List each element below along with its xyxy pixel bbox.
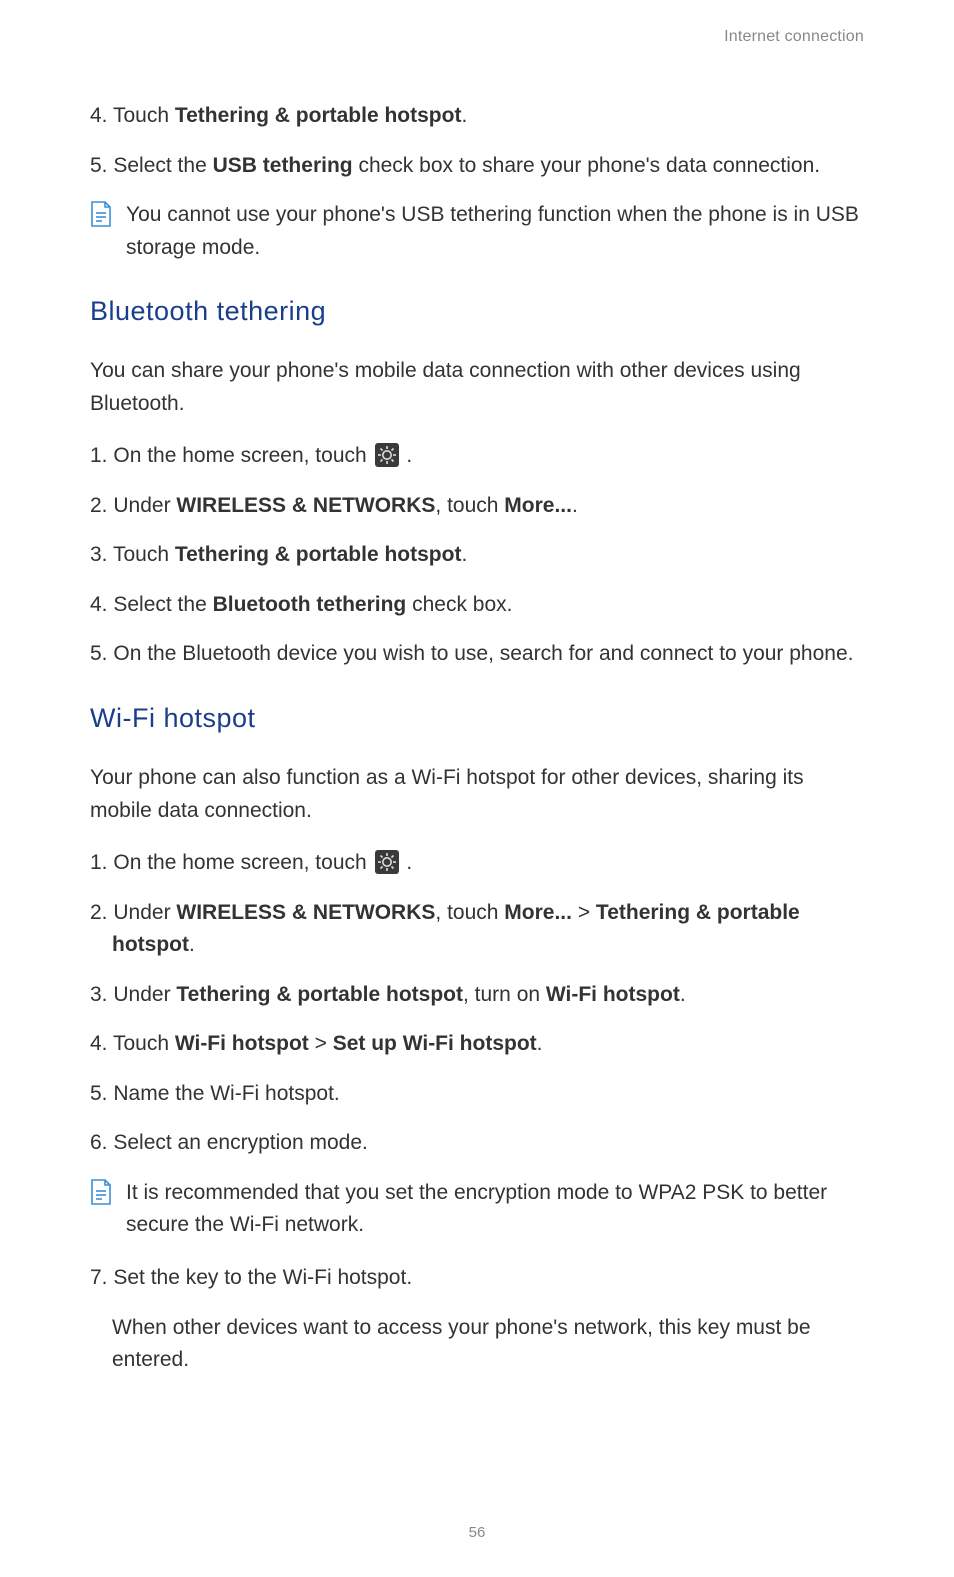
bt-step-3: 3. Touch Tethering & portable hotspot.: [90, 539, 864, 572]
step-text-pre: Touch: [113, 1032, 175, 1055]
step-text-mid2: >: [572, 901, 596, 924]
wf-step-2: 2. Under WIRELESS & NETWORKS, touch More…: [90, 897, 864, 962]
step-text-bold: Tethering & portable hotspot: [175, 104, 462, 127]
step-text-bold2: More...: [504, 494, 572, 517]
step-4-top: 4. Touch Tethering & portable hotspot.: [90, 100, 864, 133]
step-num: 4.: [90, 104, 113, 127]
step-text-post: .: [572, 494, 578, 517]
step-text-post: .: [537, 1032, 543, 1055]
step-num: 6.: [90, 1131, 113, 1154]
wf-step-7-sub: When other devices want to access your p…: [90, 1312, 864, 1377]
note-text: You cannot use your phone's USB tetherin…: [126, 199, 864, 264]
step-num: 1.: [90, 851, 113, 874]
step-text-pre: Under: [113, 901, 176, 924]
bt-step-5: 5. On the Bluetooth device you wish to u…: [90, 638, 864, 671]
note-icon-wrap: [90, 199, 126, 227]
bt-step-4: 4. Select the Bluetooth tethering check …: [90, 589, 864, 622]
step-text: On the Bluetooth device you wish to use,…: [113, 642, 853, 665]
step-5-top: 5. Select the USB tethering check box to…: [90, 150, 864, 183]
step-text-pre: On the home screen, touch: [113, 851, 372, 874]
settings-gear-icon: [375, 443, 399, 467]
step-text-pre: On the home screen, touch: [113, 444, 372, 467]
intro-wifi: Your phone can also function as a Wi-Fi …: [90, 762, 864, 827]
step-num: 4.: [90, 593, 113, 616]
step-text-pre: Select the: [113, 154, 212, 177]
step-text-bold: Tethering & portable hotspot: [175, 543, 462, 566]
step-text: Select an encryption mode.: [113, 1131, 367, 1154]
wf-step-5: 5. Name the Wi-Fi hotspot.: [90, 1078, 864, 1111]
step-num: 5.: [90, 642, 113, 665]
heading-wifi-hotspot: Wi-Fi hotspot: [90, 703, 864, 734]
step-num: 5.: [90, 1082, 113, 1105]
step-text-post: .: [189, 933, 195, 956]
step-text-bold: USB tethering: [213, 154, 353, 177]
note-text: It is recommended that you set the encry…: [126, 1177, 864, 1242]
step-num: 4.: [90, 1032, 113, 1055]
step-text-bold: WIRELESS & NETWORKS: [176, 901, 435, 924]
running-header: Internet connection: [90, 28, 864, 46]
step-text-bold: Tethering & portable hotspot: [176, 983, 463, 1006]
step-num: 5.: [90, 154, 113, 177]
step-text-post: .: [680, 983, 686, 1006]
wf-step-4: 4. Touch Wi-Fi hotspot > Set up Wi-Fi ho…: [90, 1028, 864, 1061]
wf-step-1: 1. On the home screen, touch .: [90, 847, 864, 880]
step-text-pre: Touch: [113, 543, 175, 566]
step-text-bold2: Set up Wi-Fi hotspot: [333, 1032, 537, 1055]
step-text-pre: Touch: [113, 104, 175, 127]
wf-step-7: 7. Set the key to the Wi-Fi hotspot.: [90, 1262, 864, 1295]
step-text-pre: Under: [113, 983, 176, 1006]
step-text-bold2: Wi-Fi hotspot: [546, 983, 680, 1006]
wf-step-6: 6. Select an encryption mode.: [90, 1127, 864, 1160]
step-text-post: .: [406, 851, 412, 874]
wf-step-3: 3. Under Tethering & portable hotspot, t…: [90, 979, 864, 1012]
intro-bluetooth: You can share your phone's mobile data c…: [90, 355, 864, 420]
step-text-bold: Bluetooth tethering: [213, 593, 407, 616]
bt-step-2: 2. Under WIRELESS & NETWORKS, touch More…: [90, 490, 864, 523]
step-num: 2.: [90, 494, 113, 517]
step-text-post: check box to share your phone's data con…: [353, 154, 820, 177]
step-text-post: check box.: [406, 593, 512, 616]
step-num: 1.: [90, 444, 113, 467]
step-text-pre: Under: [113, 494, 176, 517]
step-num: 7.: [90, 1266, 113, 1289]
step-text: Set the key to the Wi-Fi hotspot.: [113, 1266, 412, 1289]
step-text-bold: WIRELESS & NETWORKS: [176, 494, 435, 517]
page-number: 56: [0, 1524, 954, 1541]
step-text-pre: Select the: [113, 593, 212, 616]
settings-gear-icon: [375, 850, 399, 874]
note-block: It is recommended that you set the encry…: [90, 1177, 864, 1242]
step-text-post: .: [461, 543, 467, 566]
note-page-icon: [90, 201, 112, 227]
heading-bluetooth-tethering: Bluetooth tethering: [90, 296, 864, 327]
step-text: Name the Wi-Fi hotspot.: [113, 1082, 339, 1105]
page: Internet connection 4. Touch Tethering &…: [0, 0, 954, 1577]
step-text-mid: >: [309, 1032, 333, 1055]
step-text-mid: , touch: [435, 494, 504, 517]
step-text-bold: Wi-Fi hotspot: [175, 1032, 309, 1055]
step-text-mid: , touch: [435, 901, 504, 924]
step-text-mid: , turn on: [463, 983, 546, 1006]
note-page-icon: [90, 1179, 112, 1205]
step-text-post: .: [406, 444, 412, 467]
note-icon-wrap: [90, 1177, 126, 1205]
bt-step-1: 1. On the home screen, touch .: [90, 440, 864, 473]
step-num: 2.: [90, 901, 113, 924]
step-num: 3.: [90, 543, 113, 566]
step-text-bold2: More...: [504, 901, 572, 924]
note-block: You cannot use your phone's USB tetherin…: [90, 199, 864, 264]
step-num: 3.: [90, 983, 113, 1006]
step-text-post: .: [461, 104, 467, 127]
